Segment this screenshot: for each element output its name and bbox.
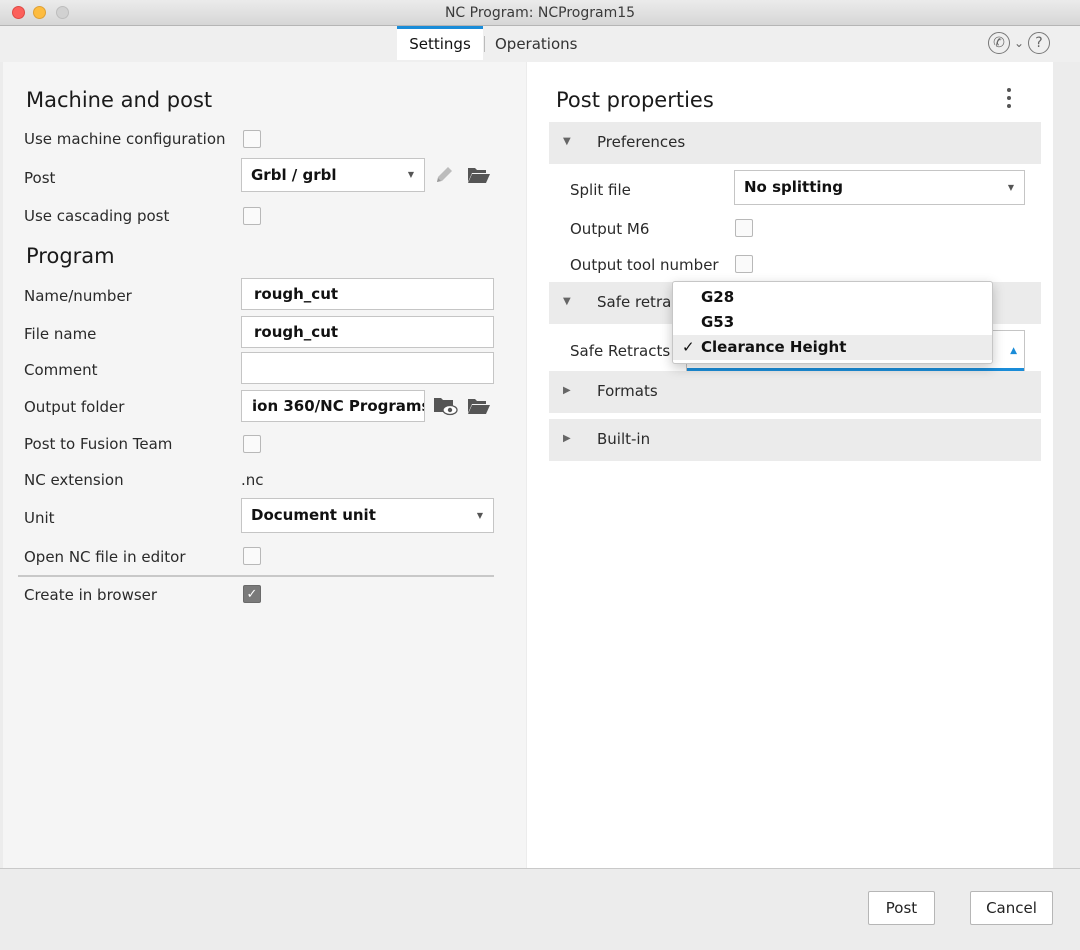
group-builtin-label: Built-in — [597, 430, 651, 448]
tab-operations[interactable]: Operations — [495, 26, 577, 60]
group-formats[interactable]: ▶ Formats — [549, 371, 1041, 413]
split-file-label: Split file — [570, 181, 631, 199]
output-m6-label: Output M6 — [570, 220, 650, 238]
unit-label: Unit — [24, 509, 55, 527]
phone-icon[interactable]: ✆ — [987, 32, 1010, 54]
unit-select-value: Document unit — [251, 506, 376, 524]
post-fusion-team-checkbox[interactable] — [243, 435, 261, 453]
chevron-down-icon[interactable]: ⌄ — [1014, 36, 1024, 50]
split-file-select[interactable]: No splitting ▼ — [734, 170, 1025, 205]
use-machine-config-checkbox[interactable] — [243, 130, 261, 148]
window-edge — [1053, 62, 1080, 868]
use-cascading-checkbox[interactable] — [243, 207, 261, 225]
group-builtin[interactable]: ▶ Built-in — [549, 419, 1041, 461]
triangle-down-icon: ▼ — [563, 296, 571, 307]
post-select[interactable]: Grbl / grbl ▼ — [241, 158, 425, 192]
output-folder-input[interactable]: ion 360/NC Programs — [241, 390, 425, 422]
triangle-right-icon: ▶ — [563, 433, 571, 444]
open-nc-editor-checkbox[interactable] — [243, 547, 261, 565]
header-icons: ✆ ⌄ ? — [987, 31, 1050, 55]
group-preferences[interactable]: ▼ Preferences — [549, 122, 1041, 164]
caret-down-icon: ▼ — [407, 170, 414, 179]
create-in-browser-label: Create in browser — [24, 586, 158, 604]
cancel-button[interactable]: Cancel — [970, 891, 1053, 925]
group-preferences-label: Preferences — [597, 133, 686, 151]
open-nc-editor-label: Open NC file in editor — [24, 548, 186, 566]
option-clearance-height-label: Clearance Height — [701, 338, 847, 356]
group-formats-label: Formats — [597, 382, 658, 400]
more-options-icon[interactable] — [1007, 88, 1013, 108]
caret-down-icon: ▼ — [1007, 183, 1014, 192]
safe-retracts-dropdown: G28 G53 ✓ Clearance Height — [672, 281, 993, 364]
output-m6-checkbox[interactable] — [735, 219, 753, 237]
comment-input[interactable] — [241, 352, 494, 384]
post-properties-panel: Post properties ▼ Preferences Split file… — [527, 62, 1053, 868]
caret-down-icon: ▼ — [476, 511, 483, 520]
window-titlebar: NC Program: NCProgram15 — [0, 0, 1080, 26]
file-name-input[interactable]: rough_cut — [241, 316, 494, 348]
unit-select[interactable]: Document unit ▼ — [241, 498, 494, 533]
tab-separator — [484, 36, 485, 52]
machine-post-title: Machine and post — [26, 88, 213, 112]
use-machine-config-label: Use machine configuration — [24, 130, 226, 148]
post-label: Post — [24, 169, 56, 187]
post-properties-title: Post properties — [556, 88, 714, 112]
option-clearance-height[interactable]: ✓ Clearance Height — [673, 335, 992, 360]
option-g28[interactable]: G28 — [673, 285, 992, 310]
help-icon[interactable]: ? — [1028, 32, 1050, 54]
settings-panel: Machine and post Use machine configurati… — [3, 62, 526, 868]
nc-extension-label: NC extension — [24, 471, 124, 489]
post-button[interactable]: Post — [868, 891, 935, 925]
divider — [18, 575, 494, 577]
post-fusion-team-label: Post to Fusion Team — [24, 435, 173, 453]
group-safe-retracts-label: Safe retrac — [597, 293, 680, 311]
use-cascading-label: Use cascading post — [24, 207, 170, 225]
output-tool-number-label: Output tool number — [570, 256, 719, 274]
window-title: NC Program: NCProgram15 — [444, 5, 636, 21]
triangle-right-icon: ▶ — [563, 385, 571, 396]
split-file-value: No splitting — [744, 178, 843, 196]
folder-open-icon[interactable] — [467, 165, 491, 185]
file-name-label: File name — [24, 325, 97, 343]
folder-view-icon[interactable] — [433, 395, 459, 417]
option-g53[interactable]: G53 — [673, 310, 992, 335]
tab-bar: Settings Operations ✆ ⌄ ? — [0, 26, 1080, 62]
create-in-browser-checkbox[interactable]: ✓ — [243, 585, 261, 603]
checkmark-icon: ✓ — [682, 338, 695, 356]
output-tool-number-checkbox[interactable] — [735, 255, 753, 273]
output-folder-label: Output folder — [24, 398, 125, 416]
caret-up-icon: ▲ — [1010, 346, 1017, 356]
post-select-value: Grbl / grbl — [251, 166, 337, 184]
triangle-down-icon: ▼ — [563, 136, 571, 147]
pencil-icon[interactable] — [433, 164, 455, 186]
program-title: Program — [26, 244, 115, 268]
safe-retracts-label: Safe Retracts — [570, 342, 671, 360]
name-number-label: Name/number — [24, 287, 132, 305]
dialog-footer: Post Cancel — [0, 868, 1080, 950]
folder-open-icon-2[interactable] — [467, 396, 491, 416]
nc-extension-value: .nc — [241, 471, 264, 489]
tab-settings[interactable]: Settings — [397, 26, 483, 60]
name-number-input[interactable]: rough_cut — [241, 278, 494, 310]
comment-label: Comment — [24, 361, 98, 379]
